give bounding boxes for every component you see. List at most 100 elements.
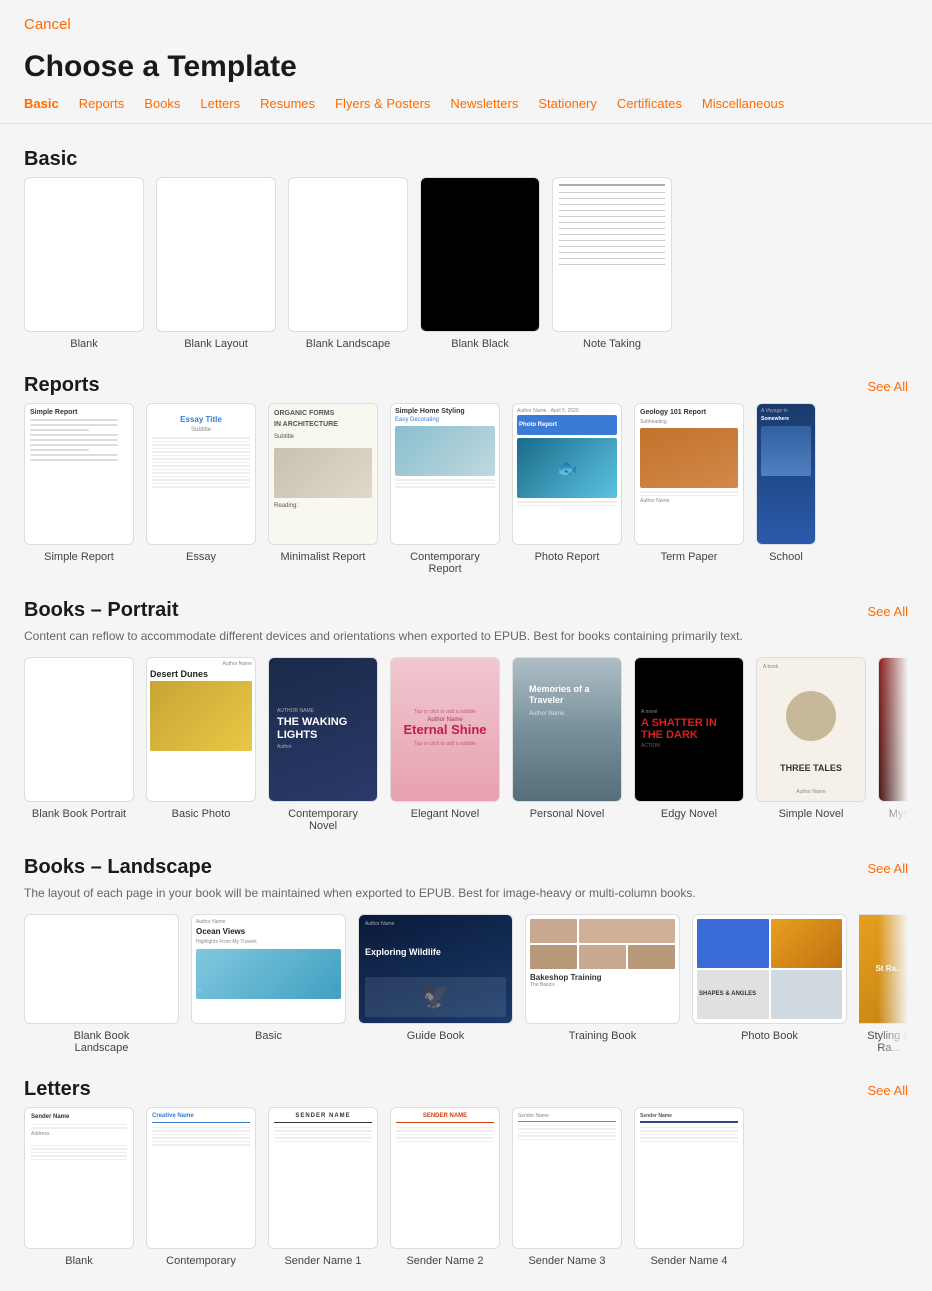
template-blank-layout[interactable]: Blank Layout [156, 177, 276, 350]
tab-newsletters[interactable]: Newsletters [450, 96, 518, 111]
essay-thumb: Essay Title Subtitle [146, 403, 256, 545]
template-simple-report[interactable]: Simple Report Simple Report [24, 403, 134, 575]
books-portrait-see-all[interactable]: See All [868, 604, 908, 619]
letters-title: Letters [24, 1078, 91, 1101]
letter-sender4-thumb: Sender Name [634, 1107, 744, 1249]
tab-misc[interactable]: Miscellaneous [702, 96, 784, 111]
guide-book-label: Guide Book [407, 1030, 464, 1042]
tab-stationery[interactable]: Stationery [538, 96, 597, 111]
template-blank[interactable]: Blank [24, 177, 144, 350]
simple-novel-thumb: A book THREE TALES Author Name [756, 657, 866, 802]
minimalist-report-label: Minimalist Report [281, 551, 366, 563]
template-basic-landscape[interactable]: Author Name Ocean Views Highlights From … [191, 914, 346, 1054]
template-letter-contemporary[interactable]: Creative Name Contemporary [146, 1107, 256, 1267]
letter-sender3-thumb: Sender Name [512, 1107, 622, 1249]
basic-title: Basic [24, 148, 77, 171]
template-photo-report[interactable]: Author Name · April 5, 2020 Photo Report… [512, 403, 622, 575]
tab-books[interactable]: Books [144, 96, 180, 111]
guide-book-thumb: Author Name Exploring Wildlife 🦅 [358, 914, 513, 1024]
minimalist-report-thumb: ORGANIC FORMS IN ARCHITECTURE Subtitle R… [268, 403, 378, 545]
letter-sender1-thumb: SENDER NAME [268, 1107, 378, 1249]
contemporary-report-thumb: Simple Home Styling Easy Decorating [390, 403, 500, 545]
template-guide-book[interactable]: Author Name Exploring Wildlife 🦅 Guide B… [358, 914, 513, 1054]
letter-blank-label: Blank [65, 1255, 93, 1267]
personal-novel-thumb: Memories of a Traveler Author Name [512, 657, 622, 802]
template-styling-ra[interactable]: St Ra... Styling & Ra... [859, 914, 908, 1054]
note-taking-label: Note Taking [583, 338, 641, 350]
edgy-novel-thumb: A novel A SHATTER IN THE DARK ACTION [634, 657, 744, 802]
blank-book-portrait-label: Blank Book Portrait [32, 808, 126, 820]
template-blank-book-portrait[interactable]: Blank Book Portrait [24, 657, 134, 832]
section-basic: Basic Blank Blank Layout Blank Landscape [24, 148, 908, 350]
basic-photo-label: Basic Photo [172, 808, 231, 820]
letter-blank-thumb: Sender Name Address [24, 1107, 134, 1249]
template-essay[interactable]: Essay Title Subtitle [146, 403, 256, 575]
letters-templates-row: Sender Name Address Blank Creative Name [24, 1107, 908, 1267]
tab-resumes[interactable]: Resumes [260, 96, 315, 111]
template-letter-sender1[interactable]: SENDER NAME Sender Name 1 [268, 1107, 378, 1267]
letter-contemporary-thumb: Creative Name [146, 1107, 256, 1249]
tab-basic[interactable]: Basic [24, 96, 59, 111]
edgy-novel-label: Edgy Novel [661, 808, 717, 820]
mystery-label: Mystery [889, 808, 908, 820]
letters-see-all[interactable]: See All [868, 1083, 908, 1098]
template-photo-book[interactable]: SHAPES & ANGLES Photo Book [692, 914, 847, 1054]
template-letter-sender2[interactable]: SENDER NAME Sender Name 2 [390, 1107, 500, 1267]
template-school[interactable]: A Voyage to Somewhere School [756, 403, 816, 575]
template-elegant-novel[interactable]: Tap or click to add a subtitle Author Na… [390, 657, 500, 832]
reports-see-all[interactable]: See All [868, 379, 908, 394]
letter-sender3-label: Sender Name 3 [528, 1255, 605, 1267]
blank-layout-thumb [156, 177, 276, 332]
term-paper-label: Term Paper [661, 551, 718, 563]
blank-landscape-label: Blank Landscape [306, 338, 390, 350]
template-personal-novel[interactable]: Memories of a Traveler Author Name Perso… [512, 657, 622, 832]
books-portrait-title: Books – Portrait [24, 599, 178, 622]
note-line [559, 252, 665, 253]
books-landscape-desc: The layout of each page in your book wil… [24, 885, 908, 902]
books-landscape-templates-row: Blank Book Landscape Author Name Ocean V… [24, 914, 908, 1054]
tab-letters[interactable]: Letters [200, 96, 240, 111]
template-minimalist-report[interactable]: ORGANIC FORMS IN ARCHITECTURE Subtitle R… [268, 403, 378, 575]
personal-novel-label: Personal Novel [530, 808, 605, 820]
template-letter-sender3[interactable]: Sender Name Sender Name 3 [512, 1107, 622, 1267]
template-contemporary-novel[interactable]: Author Name THE WAKING LIGHTS Author Con… [268, 657, 378, 832]
template-note-taking[interactable]: Note Taking [552, 177, 672, 350]
note-line [559, 246, 665, 247]
tab-certificates[interactable]: Certificates [617, 96, 682, 111]
template-edgy-novel[interactable]: A novel A SHATTER IN THE DARK ACTION Edg… [634, 657, 744, 832]
basic-landscape-label: Basic [255, 1030, 282, 1042]
styling-ra-thumb: St Ra... [859, 914, 908, 1024]
note-line [559, 192, 665, 193]
template-term-paper[interactable]: Geology 101 Report Subheading Author Nam… [634, 403, 744, 575]
basic-templates-row: Blank Blank Layout Blank Landscape Blank… [24, 177, 908, 350]
section-books-portrait: Books – Portrait See All Content can ref… [24, 599, 908, 832]
template-mystery[interactable]: Mystery [878, 657, 908, 832]
template-letter-blank[interactable]: Sender Name Address Blank [24, 1107, 134, 1267]
template-blank-book-landscape[interactable]: Blank Book Landscape [24, 914, 179, 1054]
top-bar: Cancel Choose a Template [0, 0, 932, 96]
school-thumb: A Voyage to Somewhere [756, 403, 816, 545]
books-landscape-see-all[interactable]: See All [868, 861, 908, 876]
main-content: Basic Blank Blank Layout Blank Landscape [0, 148, 932, 1291]
template-training-book[interactable]: Bakeshop Training The Basics Training Bo… [525, 914, 680, 1054]
mystery-thumb [878, 657, 908, 802]
note-line [559, 264, 665, 265]
simple-report-label: Simple Report [44, 551, 114, 563]
page-title: Choose a Template [0, 42, 932, 96]
cancel-button[interactable]: Cancel [24, 16, 71, 33]
blank-black-thumb [420, 177, 540, 332]
tab-reports[interactable]: Reports [79, 96, 125, 111]
template-letter-sender4[interactable]: Sender Name Sender Name 4 [634, 1107, 744, 1267]
contemporary-novel-thumb: Author Name THE WAKING LIGHTS Author [268, 657, 378, 802]
template-blank-black[interactable]: Blank Black [420, 177, 540, 350]
tab-flyers[interactable]: Flyers & Posters [335, 96, 430, 111]
school-label: School [769, 551, 803, 563]
template-basic-photo[interactable]: Author Name Desert Dunes Basic Photo [146, 657, 256, 832]
simple-report-thumb: Simple Report [24, 403, 134, 545]
elegant-novel-label: Elegant Novel [411, 808, 480, 820]
template-contemporary-report[interactable]: Simple Home Styling Easy Decorating Cont… [390, 403, 500, 575]
template-blank-landscape[interactable]: Blank Landscape [288, 177, 408, 350]
note-lines [559, 192, 665, 265]
photo-report-label: Photo Report [535, 551, 600, 563]
template-simple-novel[interactable]: A book THREE TALES Author Name Simple No… [756, 657, 866, 832]
